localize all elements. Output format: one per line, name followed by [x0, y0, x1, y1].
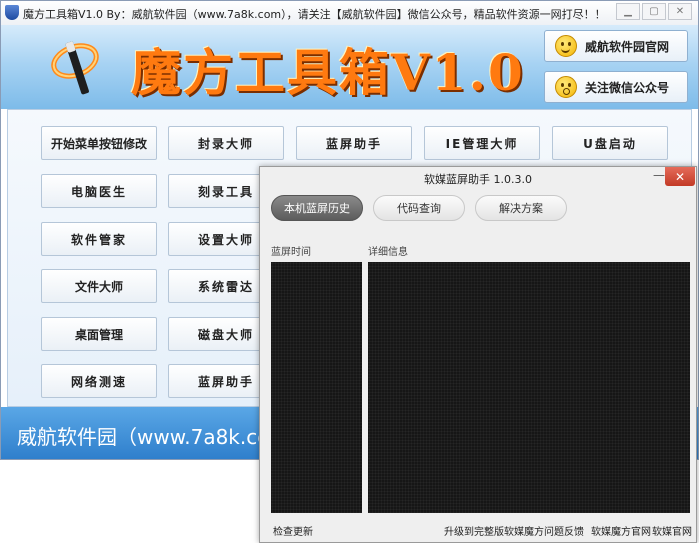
- feedback-link[interactable]: 问题反馈: [544, 523, 584, 538]
- dialog-title: 软媒蓝屏助手 1.0.3.0: [424, 173, 532, 186]
- header-banner: 魔方工具箱V1.0 威航软件园官网 关注微信公众号: [1, 25, 698, 109]
- tool-burn-master[interactable]: 封录大师: [168, 126, 284, 160]
- dialog-close-button[interactable]: ✕: [665, 167, 695, 186]
- follow-wechat-button[interactable]: 关注微信公众号: [544, 71, 688, 103]
- official-site-button[interactable]: 威航软件园官网: [544, 30, 688, 62]
- tool-file-master[interactable]: 文件大师: [41, 269, 157, 303]
- official-site-label: 威航软件园官网: [585, 39, 670, 54]
- ruanmei-site-link[interactable]: 软媒官网: [652, 523, 692, 538]
- tool-desktop-manager[interactable]: 桌面管理: [41, 317, 157, 351]
- shield-icon: [5, 5, 19, 20]
- check-update-link[interactable]: 检查更新: [273, 523, 313, 538]
- tab-solutions[interactable]: 解决方案: [475, 195, 567, 221]
- magic-wand-icon: [51, 41, 99, 95]
- minimize-button[interactable]: ▁: [616, 3, 640, 20]
- tab-code-lookup[interactable]: 代码查询: [373, 195, 465, 221]
- tool-network-speed[interactable]: 网络测速: [41, 364, 157, 398]
- detail-info-panel[interactable]: [368, 262, 690, 513]
- surprised-face-icon: [555, 76, 577, 98]
- tab-local-history[interactable]: 本机蓝屏历史: [271, 195, 363, 221]
- title-bar[interactable]: 魔方工具箱V1.0 By：威航软件园（www.7a8k.com），请关注【威航软…: [1, 1, 698, 26]
- bluescreen-helper-dialog: 软媒蓝屏助手 1.0.3.0 — ✕ 本机蓝屏历史 代码查询 解决方案 蓝屏时间…: [259, 166, 697, 543]
- tool-pc-doctor[interactable]: 电脑医生: [41, 174, 157, 208]
- tool-ie-manager[interactable]: IE管理大师: [424, 126, 540, 160]
- tool-usb-boot[interactable]: U盘启动: [552, 126, 668, 160]
- dialog-minimize-button[interactable]: —: [653, 168, 665, 182]
- close-button[interactable]: ✕: [668, 3, 692, 20]
- maximize-button[interactable]: ▢: [642, 3, 666, 20]
- tool-bluescreen-helper[interactable]: 蓝屏助手: [296, 126, 412, 160]
- follow-wechat-label: 关注微信公众号: [585, 80, 670, 95]
- tool-start-menu-button[interactable]: 开始菜单按钮修改: [41, 126, 157, 160]
- bluescreen-time-list[interactable]: [271, 262, 362, 513]
- brand-title: 魔方工具箱V1.0: [131, 43, 525, 102]
- ruanmei-mofang-site-link[interactable]: 软媒魔方官网: [591, 523, 651, 538]
- upgrade-link[interactable]: 升级到完整版软媒魔方: [444, 523, 544, 538]
- window-controls: ▁ ▢ ✕: [614, 3, 692, 20]
- smile-icon: [555, 35, 577, 57]
- window-title: 魔方工具箱V1.0 By：威航软件园（www.7a8k.com），请关注【威航软…: [23, 8, 606, 21]
- tool-software-manager[interactable]: 软件管家: [41, 222, 157, 256]
- col-time-label: 蓝屏时间: [271, 247, 311, 258]
- col-detail-label: 详细信息: [368, 247, 408, 258]
